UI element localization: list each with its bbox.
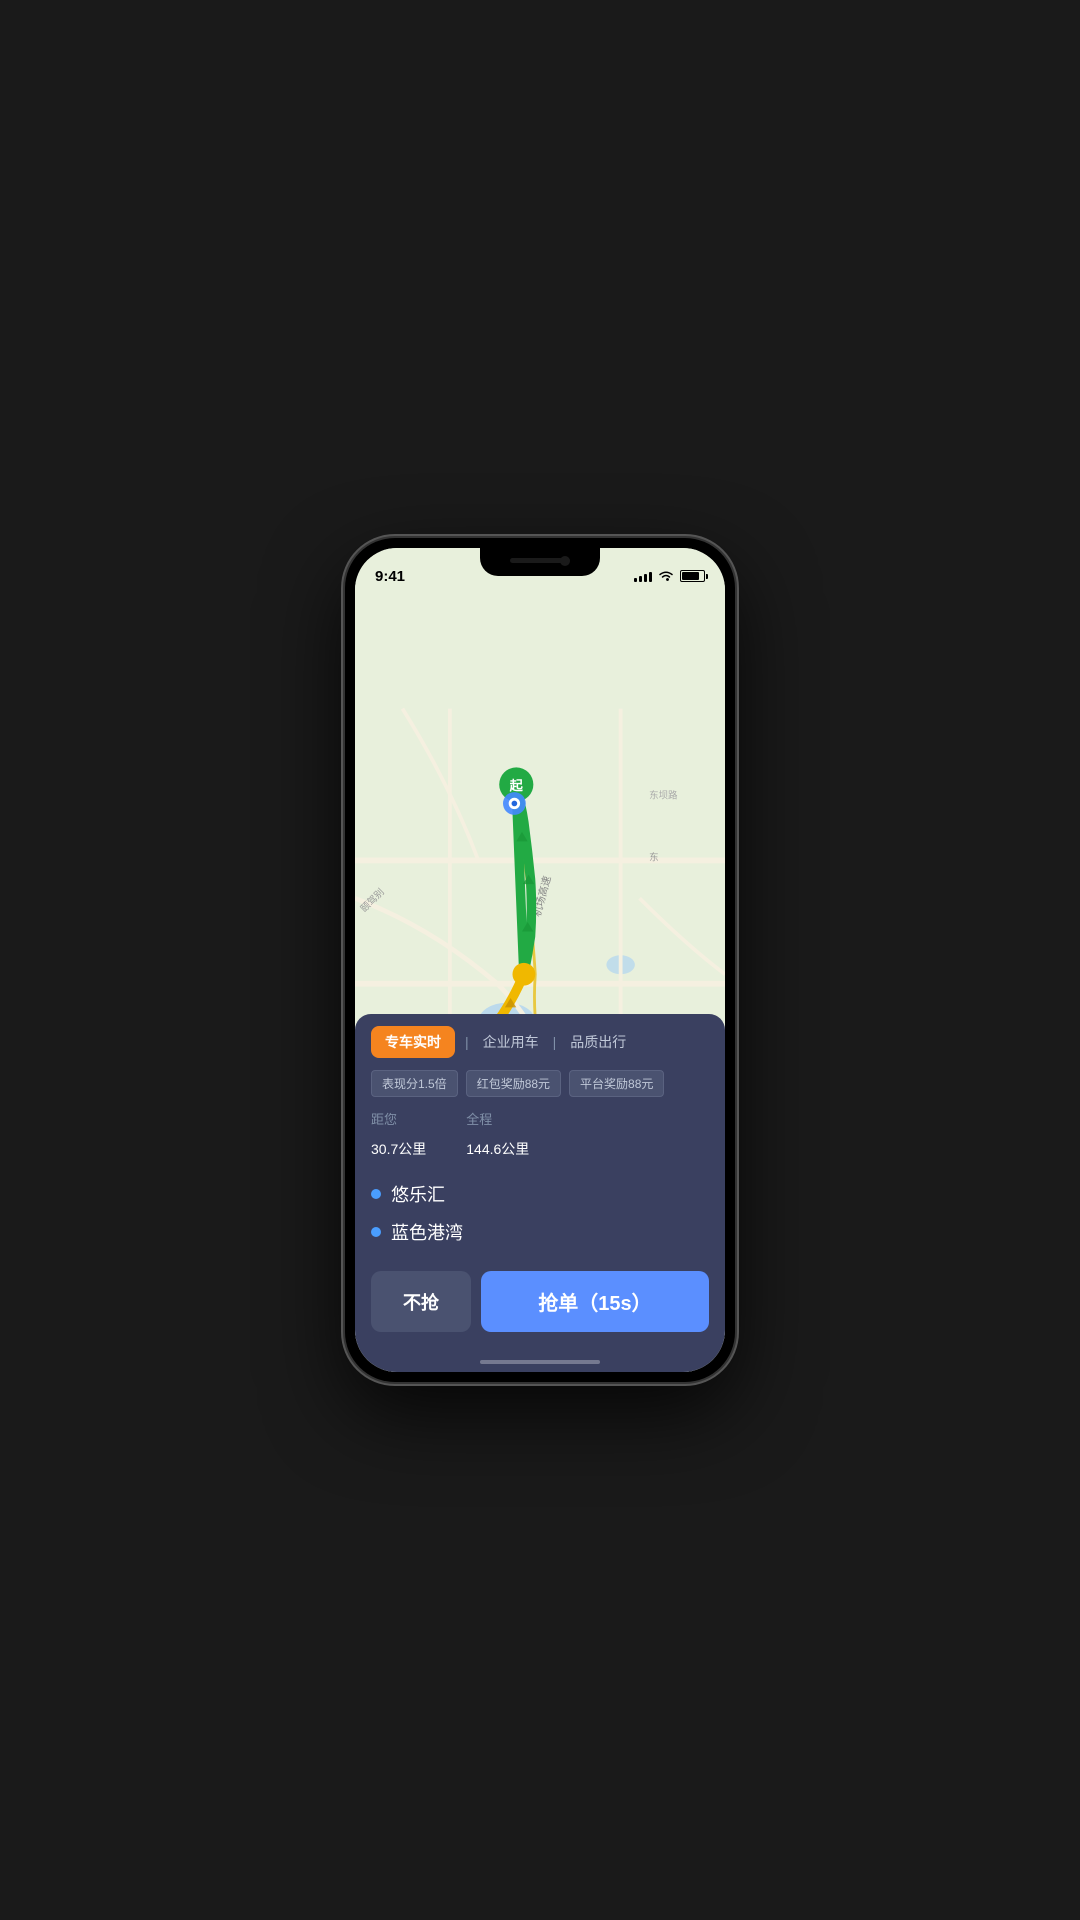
svg-text:东: 东 (649, 851, 658, 863)
destination-name: 蓝色港湾 (391, 1219, 463, 1245)
wifi-icon (658, 570, 674, 582)
destination-dot (371, 1227, 381, 1237)
locations-list: 悠乐汇 蓝色港湾 (355, 1173, 725, 1261)
total-distance: 全程 144.6公里 (466, 1109, 529, 1161)
tab-quality[interactable]: 品质出行 (566, 1026, 630, 1058)
grab-button[interactable]: 抢单（15s） (481, 1271, 709, 1332)
skip-button[interactable]: 不抢 (371, 1271, 471, 1332)
total-distance-value: 144.6公里 (466, 1130, 529, 1161)
phone-screen: 9:41 (355, 548, 725, 1372)
badge-performance: 表现分1.5倍 (371, 1070, 458, 1097)
badge-red-packet: 红包奖励88元 (466, 1070, 561, 1097)
distance-from-you-value: 30.7公里 (371, 1130, 426, 1161)
battery-fill (682, 572, 699, 580)
distance-from-you: 距您 30.7公里 (371, 1109, 426, 1161)
badges-row: 表现分1.5倍 红包奖励88元 平台奖励88元 (355, 1058, 725, 1105)
location-item-origin: 悠乐汇 (371, 1181, 709, 1207)
tab-divider-2: | (553, 1034, 557, 1050)
svg-text:东坝路: 东坝路 (649, 790, 678, 802)
bottom-panel: 专车实时 | 企业用车 | 品质出行 表现分1.5倍 红包奖励88元 平台奖励8… (355, 1014, 725, 1372)
badge-platform: 平台奖励88元 (569, 1070, 664, 1097)
action-buttons: 不抢 抢单（15s） (355, 1261, 725, 1352)
notch (480, 548, 600, 576)
distance-from-you-label: 距您 (371, 1109, 426, 1128)
status-icons (634, 570, 705, 582)
info-grid: 距您 30.7公里 全程 144.6公里 (355, 1105, 725, 1173)
time-display: 9:41 (375, 568, 405, 585)
home-indicator (355, 1352, 725, 1372)
phone-frame: 9:41 (345, 538, 735, 1382)
battery-icon (680, 570, 705, 582)
origin-name: 悠乐汇 (391, 1181, 445, 1207)
home-bar (480, 1360, 600, 1364)
tab-bar: 专车实时 | 企业用车 | 品质出行 (355, 1014, 725, 1058)
tab-divider-1: | (465, 1034, 469, 1050)
total-distance-label: 全程 (466, 1109, 529, 1128)
origin-dot (371, 1189, 381, 1199)
tab-zhuan-che[interactable]: 专车实时 (371, 1026, 455, 1058)
signal-icon (634, 570, 652, 582)
tab-enterprise[interactable]: 企业用车 (479, 1026, 543, 1058)
camera (560, 556, 570, 566)
svg-text:起: 起 (509, 777, 524, 793)
location-item-destination: 蓝色港湾 (371, 1219, 709, 1245)
